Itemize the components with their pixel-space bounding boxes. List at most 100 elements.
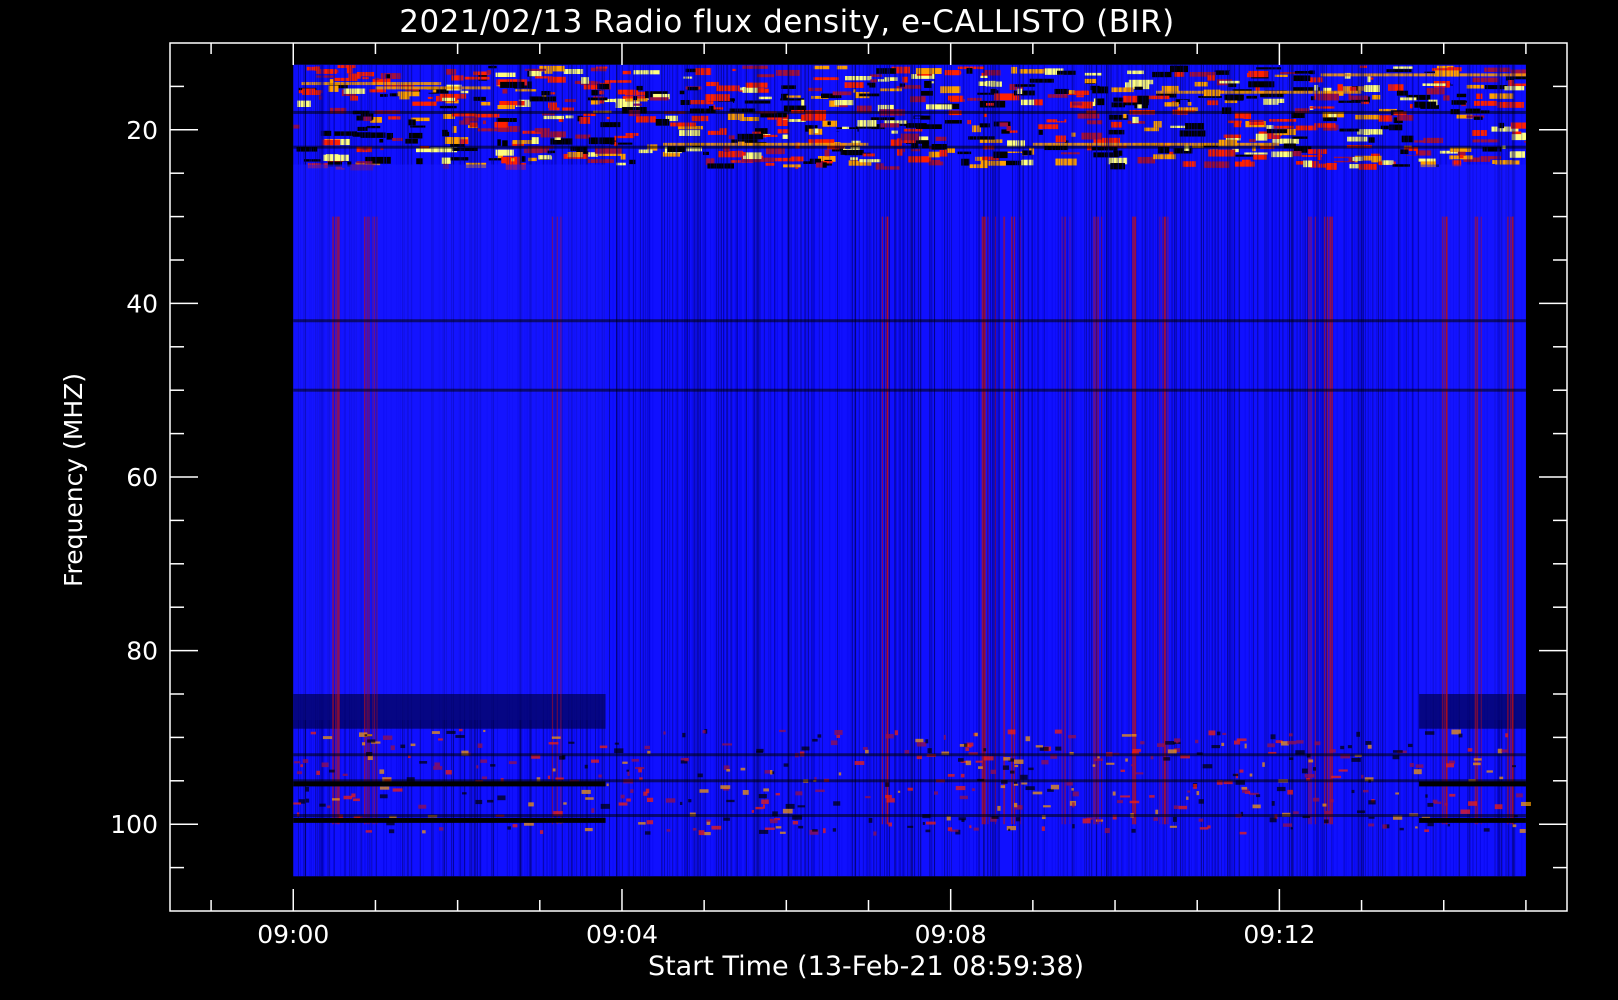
interference-patch <box>697 773 703 778</box>
interference-patch <box>552 768 556 772</box>
interference-patch <box>823 828 826 834</box>
dark-band <box>293 814 1526 818</box>
dark-band <box>1419 781 1526 787</box>
y-tick-label: 80 <box>126 637 158 666</box>
interference-patch <box>1233 740 1241 745</box>
interference-patch <box>1010 770 1015 774</box>
interference-patch <box>1413 769 1422 775</box>
intensity-patch <box>1456 93 1467 98</box>
x-axis-label: Start Time (13-Feb-21 08:59:38) <box>648 951 1084 982</box>
intensity-patch <box>445 68 457 75</box>
interference-patch <box>907 825 914 828</box>
interference-patch <box>1239 769 1244 773</box>
interference-patch <box>1041 826 1045 831</box>
interference-patch <box>1211 745 1221 749</box>
interference-patch <box>1368 800 1376 805</box>
interference-patch <box>1043 805 1051 808</box>
intensity-patch <box>903 128 923 132</box>
interference-patch <box>755 806 764 810</box>
interference-patch <box>864 796 871 799</box>
interference-patch <box>1208 730 1216 736</box>
interference-patch <box>476 765 479 769</box>
interference-patch <box>1202 764 1213 769</box>
intensity-patch <box>822 162 827 168</box>
intensity-patch <box>648 97 669 101</box>
interference-patch <box>1216 731 1221 736</box>
interference-patch <box>679 801 683 806</box>
interference-patch <box>770 770 773 775</box>
intensity-patch <box>704 94 730 102</box>
intensity-patch <box>1484 85 1508 90</box>
interference-patch <box>585 797 594 800</box>
intensity-patch <box>1339 128 1360 132</box>
interference-patch <box>1262 762 1265 767</box>
interference-patch <box>1270 734 1276 740</box>
interference-patch <box>446 730 456 734</box>
interference-patch <box>797 805 806 808</box>
interference-patch <box>997 805 1001 811</box>
interference-patch <box>1288 733 1293 737</box>
interference-patch <box>726 799 735 803</box>
interference-patch <box>1312 797 1320 802</box>
intensity-patch <box>494 121 509 128</box>
interference-patch <box>1039 746 1049 751</box>
interference-patch <box>779 729 786 733</box>
interference-patch <box>365 830 372 833</box>
intensity-patch <box>543 115 565 120</box>
interference-patch <box>1329 749 1336 753</box>
intensity-patch <box>495 149 514 156</box>
interference-patch <box>1483 828 1490 832</box>
interference-patch <box>1415 826 1418 829</box>
interference-patch <box>983 756 994 761</box>
interference-patch <box>1252 804 1261 809</box>
interference-patch <box>1068 734 1077 739</box>
interference-patch <box>699 789 709 793</box>
interference-patch <box>1035 745 1044 748</box>
intensity-patch <box>561 107 574 111</box>
interference-patch <box>1199 827 1209 830</box>
interference-patch <box>445 770 452 775</box>
interference-patch <box>756 748 764 752</box>
dark-region <box>293 694 606 729</box>
intensity-patch <box>800 99 805 106</box>
intensity-patch <box>523 148 543 154</box>
intensity-patch <box>1323 128 1337 131</box>
intensity-patch <box>813 65 830 70</box>
intensity-patch <box>1007 134 1011 139</box>
interference-patch <box>419 761 428 764</box>
interference-patch <box>487 799 494 803</box>
intensity-patch <box>1006 125 1012 132</box>
intensity-patch <box>547 150 556 154</box>
interference-patch <box>1186 796 1189 800</box>
interference-patch <box>775 826 782 829</box>
interference-patch <box>475 799 483 805</box>
y-tick-label: 20 <box>126 116 158 145</box>
intensity-patch <box>620 153 626 160</box>
interference-patch <box>1167 749 1177 754</box>
interference-patch <box>455 735 465 738</box>
interference-patch <box>1104 828 1110 834</box>
interference-patch <box>1157 743 1165 747</box>
intensity-patch <box>1029 78 1054 83</box>
x-tick-label: 09:00 <box>257 920 329 949</box>
intensity-patch <box>386 132 393 140</box>
intensity-patch <box>1111 121 1122 128</box>
interference-patch <box>1293 811 1299 815</box>
intensity-patch <box>824 149 830 157</box>
interference-patch <box>722 743 732 746</box>
interference-patch <box>666 829 671 832</box>
interference-patch <box>1244 743 1247 749</box>
interference-patch <box>643 791 648 796</box>
intensity-patch <box>1144 127 1159 132</box>
intensity-patch <box>1400 149 1409 155</box>
intensity-patch <box>706 81 720 87</box>
interference-patch <box>1269 817 1277 823</box>
interference-patch <box>433 766 443 770</box>
interference-patch <box>591 759 599 763</box>
interference-patch <box>480 759 488 763</box>
intensity-patch <box>1332 158 1349 161</box>
interference-patch <box>507 826 511 830</box>
interference-patch <box>321 762 329 768</box>
interference-patch <box>418 804 427 809</box>
interference-patch <box>1153 817 1159 821</box>
